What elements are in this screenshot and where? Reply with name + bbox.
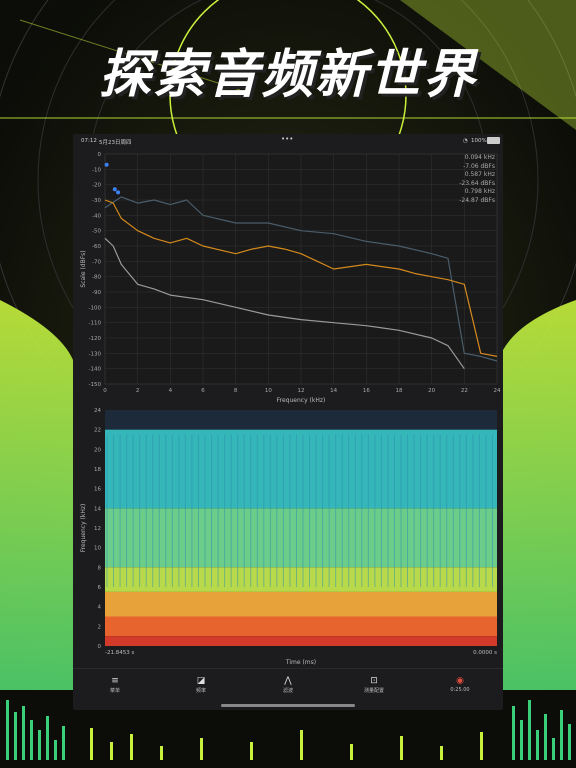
- readout-line: 0.798 kHz: [464, 188, 495, 195]
- frequency-label: 频率: [195, 688, 206, 694]
- spectrogram-band: [105, 567, 497, 592]
- y-tick-label: 8: [98, 565, 102, 571]
- spectrogram-band: [105, 429, 497, 509]
- x-end-label: 0.0000 s: [473, 650, 497, 656]
- peak-readout: 0.094 kHz -7.06 dBFs 0.587 kHz -23.64 dB…: [459, 154, 495, 205]
- y-tick-label: 16: [94, 487, 101, 493]
- y-tick-label: -30: [92, 198, 101, 204]
- x-tick-label: 8: [234, 388, 238, 394]
- y-tick-label: 6: [98, 585, 102, 591]
- y-axis-label: Frequency (kHz): [80, 504, 87, 553]
- readout-line: -7.06 dBFs: [463, 162, 495, 170]
- y-tick-label: -10: [92, 167, 101, 173]
- x-axis-label: Time (ms): [285, 659, 316, 666]
- record-time: 0:25.00: [450, 687, 470, 693]
- y-tick-label: 12: [94, 526, 101, 532]
- y-tick-label: -150: [89, 382, 102, 388]
- y-tick-label: 10: [94, 546, 101, 552]
- filter-button[interactable]: ⋀ 滤波: [258, 675, 318, 694]
- battery-icon: [487, 137, 500, 144]
- y-tick-label: -40: [92, 213, 101, 219]
- x-tick-label: 16: [363, 388, 370, 394]
- bottom-toolbar: ≡ 菜单 ◪ 频率 ⋀ 滤波 ⊡ 测量配置 ◉ 0:25.00: [73, 668, 503, 710]
- x-tick-label: 22: [461, 388, 468, 394]
- x-tick-label: 2: [136, 388, 140, 394]
- measure-config-icon: ⊡: [370, 676, 378, 686]
- y-tick-label: -100: [89, 305, 102, 311]
- tablet-screen: 07:12 5月23日周四 ••• ◔ 100% 0 -10 -20 -30 -40 -5…: [73, 134, 503, 710]
- filter-icon: ⋀: [284, 676, 292, 686]
- record-icon: ◉: [456, 676, 464, 686]
- spectrum-chart[interactable]: 0 -10 -20 -30 -40 -50 -60 -70 -80 -90 -100 -110 -120…: [73, 148, 503, 406]
- x-tick-label: 10: [265, 388, 272, 394]
- spectrogram-band: [105, 616, 497, 637]
- y-tick-label: -50: [92, 229, 101, 235]
- y-tick-label: -60: [92, 244, 101, 250]
- status-time: 07:12: [81, 138, 97, 144]
- menu-label: 菜单: [109, 688, 120, 694]
- x-axis-label: Frequency (kHz): [277, 397, 326, 404]
- wifi-icon: ◔: [463, 138, 468, 144]
- y-tick-label: -110: [89, 321, 102, 327]
- filter-label: 滤波: [282, 688, 293, 694]
- status-date: 5月23日周四: [99, 140, 132, 146]
- x-tick-label: 20: [428, 388, 435, 394]
- home-indicator[interactable]: [221, 704, 355, 707]
- multitask-dots[interactable]: •••: [281, 135, 293, 143]
- y-tick-label: 20: [94, 447, 101, 453]
- peak-marker: [116, 190, 121, 195]
- y-tick-label: -130: [89, 351, 102, 357]
- y-tick-label: 4: [98, 605, 102, 611]
- measure-config-label: 测量配置: [363, 688, 384, 694]
- spectrogram-band: [105, 508, 497, 568]
- x-start-label: -21.8453 s: [105, 650, 134, 656]
- y-tick-label: -120: [89, 336, 102, 342]
- y-tick-label: 14: [94, 506, 101, 512]
- y-tick-label: 24: [94, 408, 101, 414]
- y-tick-label: 18: [94, 467, 101, 473]
- frequency-button[interactable]: ◪ 频率: [171, 675, 231, 694]
- spectrogram-panel[interactable]: 0 2 4 6 8 10 12 14 16 18 20 22 24 Frequency (kHz) -21.…: [73, 406, 503, 668]
- x-tick-label: 4: [169, 388, 173, 394]
- measure-config-button[interactable]: ⊡ 测量配置: [344, 675, 404, 694]
- status-bar: 07:12 5月23日周四 ••• ◔ 100%: [73, 134, 503, 148]
- x-tick-label: 0: [103, 388, 107, 394]
- frequency-icon: ◪: [196, 676, 206, 686]
- y-tick-label: 0: [98, 152, 102, 158]
- spectrum-chart-panel[interactable]: 0 -10 -20 -30 -40 -50 -60 -70 -80 -90 -100 -110 -120…: [73, 148, 503, 406]
- status-battery-percent: 100%: [471, 138, 487, 144]
- spectrogram-band: [105, 636, 497, 646]
- y-tick-label: -20: [92, 183, 101, 189]
- x-tick-label: 12: [298, 388, 305, 394]
- spectrogram-band: [105, 591, 497, 617]
- spectrogram-chart[interactable]: 024681012141618202224Frequency (kHz)-21.…: [73, 406, 503, 668]
- x-tick-label: 24: [494, 388, 501, 394]
- record-button[interactable]: ◉ 0:25.00: [430, 675, 490, 693]
- readout-line: -23.64 dBFs: [459, 179, 495, 187]
- promo-headline: 探索音频新世界: [98, 45, 477, 105]
- y-axis-label: Scale (dBFs): [80, 250, 87, 287]
- y-tick-label: -80: [92, 275, 101, 281]
- y-tick-label: -70: [92, 259, 101, 265]
- x-tick-label: 18: [396, 388, 403, 394]
- peak-marker: [112, 187, 117, 192]
- y-tick-label: -140: [89, 367, 102, 373]
- readout-line: -24.87 dBFs: [459, 196, 495, 204]
- y-tick-label: 22: [94, 428, 101, 434]
- y-tick-label: 0: [98, 644, 102, 650]
- readout-line: 0.587 kHz: [464, 171, 495, 178]
- menu-button[interactable]: ≡ 菜单: [85, 675, 145, 694]
- menu-icon: ≡: [111, 676, 119, 686]
- readout-line: 0.094 kHz: [464, 154, 495, 161]
- x-tick-label: 14: [330, 388, 337, 394]
- x-tick-label: 6: [201, 388, 205, 394]
- spectrogram-band: [105, 410, 497, 430]
- peak-marker: [104, 162, 109, 167]
- y-tick-label: 2: [98, 624, 102, 630]
- y-tick-label: -90: [92, 290, 101, 296]
